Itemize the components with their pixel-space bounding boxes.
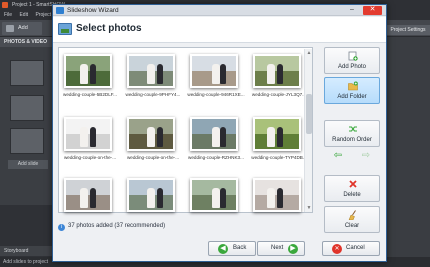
- cancel-label: Cancel: [346, 245, 365, 251]
- photo-thumbnail: [64, 54, 112, 88]
- menu-edit[interactable]: Edit: [19, 12, 28, 18]
- add-folder-button[interactable]: Add Folder: [324, 77, 380, 104]
- add-folder-icon: [348, 81, 358, 91]
- add-photo-button[interactable]: Add Photo: [324, 47, 380, 74]
- shuffle-icon: [349, 126, 357, 132]
- next-label: Next: [271, 245, 284, 251]
- photo-tile[interactable]: wedding-couple-TYP4DB...: [251, 115, 312, 170]
- photo-caption: wedding-couple-5B2DLF...: [63, 92, 117, 97]
- add-slide-button[interactable]: Add slide: [8, 160, 48, 169]
- next-arrow-icon: ▶: [288, 244, 298, 254]
- clear-button[interactable]: Clear: [324, 206, 380, 233]
- move-right-icon[interactable]: ⇨: [358, 151, 374, 161]
- photo-thumbnail: [64, 117, 112, 151]
- photo-tile[interactable]: wedding-couple-9PHFY4...: [126, 52, 186, 107]
- photo-tile[interactable]: wedding-couple-946R1XE...: [187, 52, 249, 107]
- app-logo-icon: [2, 2, 8, 8]
- add-icon: [6, 25, 14, 32]
- clear-label: Clear: [344, 223, 360, 229]
- photo-caption: wedding-couple-on-the-...: [126, 155, 180, 160]
- photo-tile[interactable]: wedding-couple-on-the-...: [126, 115, 186, 170]
- tab-storyboard[interactable]: Storyboard: [0, 246, 52, 256]
- broom-icon: [348, 210, 356, 220]
- scroll-down-icon[interactable]: ▼: [306, 205, 312, 211]
- scrollbar-thumb[interactable]: [306, 94, 312, 134]
- wizard-app-icon: [56, 7, 64, 14]
- photo-tile[interactable]: [252, 176, 312, 212]
- photo-thumbnail: [190, 117, 238, 151]
- photo-thumbnail: [253, 117, 301, 151]
- page-title: Select photos: [76, 23, 142, 34]
- dialog-header: Select photos: [53, 17, 386, 43]
- photo-thumbnail: [253, 178, 301, 212]
- photo-thumbnail: [127, 178, 175, 212]
- back-label: Back: [233, 245, 247, 251]
- add-label: Add: [18, 25, 28, 31]
- photo-thumbnail: [64, 178, 112, 212]
- project-settings-button[interactable]: Project Settings: [386, 25, 430, 35]
- photo-icon: [58, 23, 72, 35]
- delete-icon: [349, 180, 357, 188]
- slideshow-wizard-dialog: Slideshow Wizard – ✕ Select photos weddi…: [52, 4, 387, 262]
- sidebar-thumbnail[interactable]: [10, 60, 44, 86]
- dialog-titlebar[interactable]: Slideshow Wizard – ✕: [53, 5, 386, 16]
- photo-tile[interactable]: wedding-couple-RZHNK3...: [188, 115, 249, 170]
- add-photo-icon: [348, 51, 358, 61]
- photo-caption: wedding-couple-on-the-...: [63, 155, 117, 160]
- photo-tile[interactable]: wedding-couple-on-the-...: [63, 115, 123, 170]
- menu-project[interactable]: Project: [35, 12, 51, 18]
- scroll-up-icon[interactable]: ▲: [306, 50, 312, 56]
- photo-caption: wedding-couple-9PHFY4...: [125, 92, 181, 97]
- dialog-title: Slideshow Wizard: [67, 7, 119, 14]
- photo-tile[interactable]: wedding-couple-5B2DLF...: [63, 52, 123, 107]
- photo-thumbnail: [190, 54, 238, 88]
- add-photo-label: Add Photo: [337, 64, 367, 70]
- photo-thumbnail: [253, 54, 301, 88]
- info-icon: i: [58, 224, 65, 231]
- photo-caption: wedding-couple-TYP4DB...: [251, 155, 307, 160]
- photo-tile[interactable]: [126, 176, 186, 212]
- cancel-button[interactable]: ✕ Cancel: [322, 241, 380, 256]
- sidebar-thumbnail[interactable]: [10, 95, 44, 121]
- photo-caption: wedding-couple-RZHNK3...: [188, 155, 244, 160]
- photo-tile[interactable]: [189, 176, 249, 212]
- random-order-button[interactable]: Random Order: [324, 120, 380, 147]
- photo-grid-scrollbar[interactable]: ▲ ▼: [304, 49, 312, 212]
- minimize-button[interactable]: –: [346, 6, 358, 15]
- random-order-label: Random Order: [332, 137, 372, 143]
- photo-thumbnail: [190, 178, 238, 212]
- tab-photos-video[interactable]: PHOTOS & VIDEO: [0, 37, 52, 47]
- photo-caption: wedding-couple-946R1XE...: [187, 92, 245, 97]
- next-button[interactable]: Next ▶: [257, 241, 305, 256]
- photo-tile[interactable]: wedding-couple-JYL3Q7...: [252, 52, 312, 107]
- sidebar-thumbnail[interactable]: [10, 128, 44, 154]
- menu-file[interactable]: File: [4, 12, 12, 18]
- photo-thumbnail: [127, 117, 175, 151]
- delete-label: Delete: [343, 192, 361, 198]
- back-arrow-icon: ◀: [218, 244, 228, 254]
- photo-caption: wedding-couple-JYL3Q7...: [251, 92, 307, 97]
- photo-thumbnail: [127, 54, 175, 88]
- add-folder-label: Add Folder: [337, 94, 367, 100]
- app-right-panel: [386, 37, 430, 257]
- photo-tile[interactable]: [63, 176, 123, 212]
- move-left-icon[interactable]: ⇦: [330, 151, 346, 161]
- delete-button[interactable]: Delete: [324, 175, 380, 202]
- add-button[interactable]: Add: [2, 22, 42, 35]
- close-button[interactable]: ✕: [363, 6, 382, 15]
- cancel-icon: ✕: [332, 244, 342, 254]
- photo-grid[interactable]: wedding-couple-TYP4DB... wedding-couple-R…: [58, 47, 313, 213]
- photo-count-text: 37 photos added (37 recommended): [68, 223, 166, 229]
- photo-count-status: i 37 photos added (37 recommended): [58, 223, 165, 231]
- back-button[interactable]: ◀ Back: [208, 241, 256, 256]
